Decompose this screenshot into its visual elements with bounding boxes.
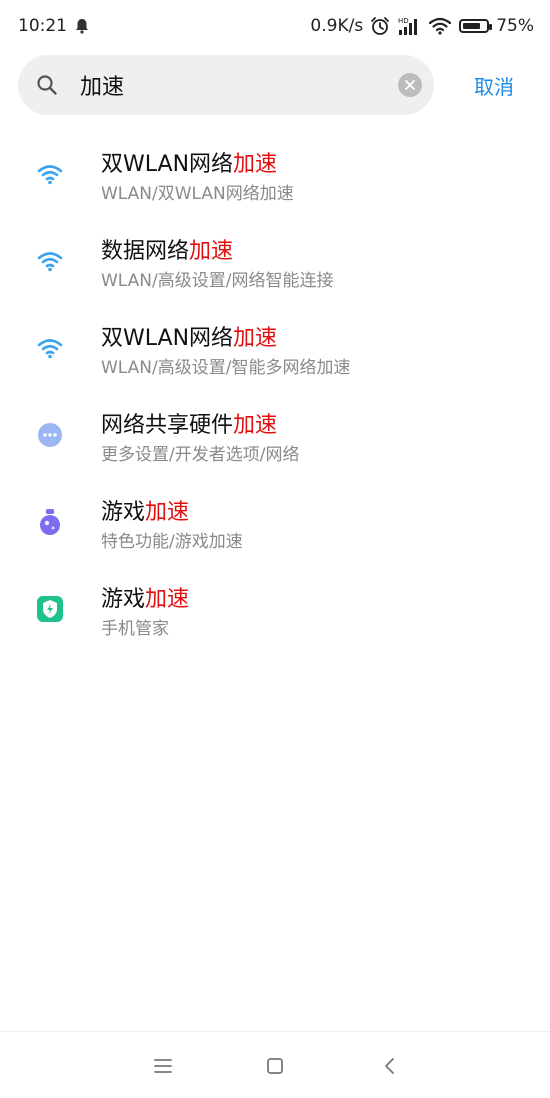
alarm-icon [370,16,390,36]
result-title: 双WLAN网络加速 [101,324,350,354]
result-text: 数据网络加速 WLAN/高级设置/网络智能连接 [101,237,333,293]
wifi-icon [34,158,66,190]
result-title-text: 游戏 [101,587,146,612]
network-speed: 0.9K/s [310,16,364,36]
result-title-highlight: 加速 [233,413,278,438]
game-turbo-icon [34,506,66,538]
home-icon[interactable] [263,1054,287,1078]
result-title-highlight: 加速 [189,239,234,264]
result-title: 双WLAN网络加速 [101,150,294,180]
result-title-text: 游戏 [101,500,146,525]
result-path: WLAN/高级设置/网络智能连接 [101,271,334,291]
search-result-item[interactable]: 双WLAN网络加速 WLAN/双WLAN网络加速 [0,130,550,217]
status-right: 0.9K/s HD 75% [310,16,534,36]
notification-bell-icon [75,18,89,34]
result-title: 网络共享硬件加速 [101,411,299,441]
menu-icon[interactable] [151,1054,175,1078]
result-text: 双WLAN网络加速 WLAN/双WLAN网络加速 [101,150,294,206]
security-shield-icon [34,593,66,625]
status-bar: 10:21 0.9K/s HD 75% [0,0,550,52]
result-title-text: 双WLAN网络 [101,326,234,351]
battery-icon [459,19,493,33]
wifi-icon [34,332,66,364]
svg-text:HD: HD [398,17,409,25]
status-left: 10:21 [18,16,89,36]
result-title-highlight: 加速 [145,587,190,612]
search-row: 取消 [18,55,532,115]
result-path: 手机管家 [101,619,169,639]
result-title-text: 双WLAN网络 [101,152,234,177]
result-path: 特色功能/游戏加速 [101,532,243,552]
result-title-highlight: 加速 [233,152,278,177]
result-path: WLAN/双WLAN网络加速 [101,184,294,204]
results-list: 双WLAN网络加速 WLAN/双WLAN网络加速 数据网络加速 WLAN/高级设置/网… [0,130,550,652]
search-result-item[interactable]: 游戏加速手机管家 [0,565,550,652]
result-title: 游戏加速 [101,585,189,615]
more-dots-icon [34,419,66,451]
search-icon [36,74,58,96]
search-box[interactable] [18,55,434,115]
result-path: 更多设置/开发者选项/网络 [101,445,300,465]
result-title-highlight: 加速 [145,500,190,525]
result-title: 游戏加速 [101,498,243,528]
result-title-highlight: 加速 [233,326,278,351]
wifi-status-icon [428,16,452,36]
result-text: 双WLAN网络加速 WLAN/高级设置/智能多网络加速 [101,324,350,380]
result-text: 网络共享硬件加速更多设置/开发者选项/网络 [101,411,299,467]
status-time: 10:21 [18,16,67,36]
result-text: 游戏加速手机管家 [101,585,189,641]
clear-search-icon[interactable] [398,73,422,97]
result-title-text: 网络共享硬件 [101,413,234,438]
battery-percent: 75% [496,16,534,36]
search-result-item[interactable]: 双WLAN网络加速 WLAN/高级设置/智能多网络加速 [0,304,550,391]
battery-fill [463,23,480,29]
cancel-button[interactable]: 取消 [456,55,532,115]
hd-signal-icon: HD [397,16,421,36]
search-result-item[interactable]: 游戏加速特色功能/游戏加速 [0,478,550,565]
navigation-bar [0,1031,550,1098]
search-result-item[interactable]: 数据网络加速 WLAN/高级设置/网络智能连接 [0,217,550,304]
result-title-text: 数据网络 [101,239,190,264]
result-text: 游戏加速特色功能/游戏加速 [101,498,243,554]
back-icon[interactable] [378,1054,402,1078]
wifi-icon [34,245,66,277]
result-path: WLAN/高级设置/智能多网络加速 [101,358,351,378]
search-input[interactable] [78,64,398,106]
result-title: 数据网络加速 [101,237,333,267]
search-result-item[interactable]: 网络共享硬件加速更多设置/开发者选项/网络 [0,391,550,478]
